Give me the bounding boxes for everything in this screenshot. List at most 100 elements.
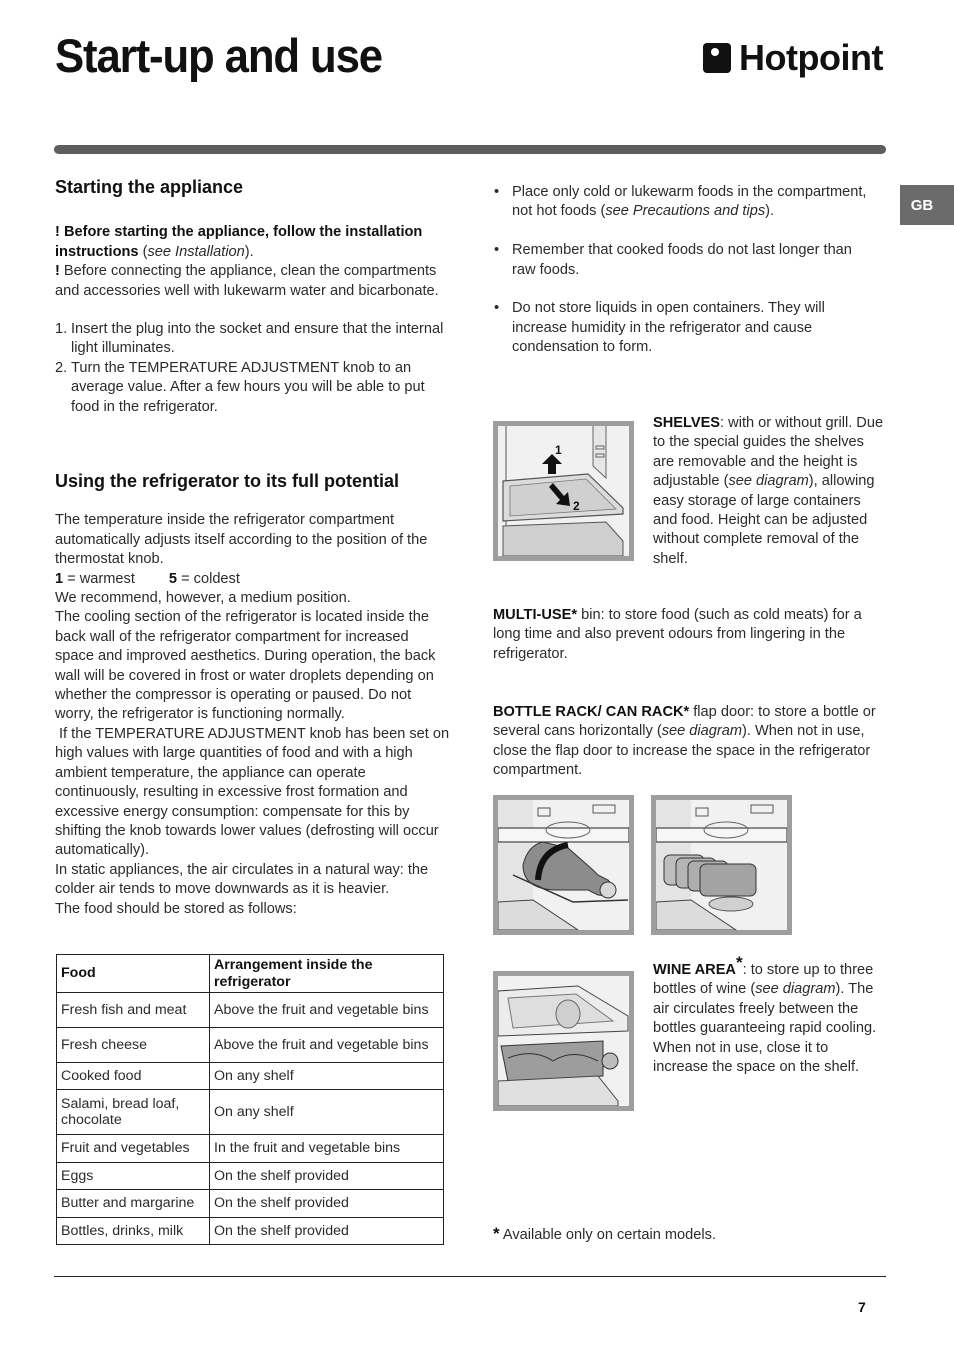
wine-area-description: WINE AREA*: to store up to three bottles… (653, 954, 885, 1077)
using-section: Using the refrigerator to its full poten… (55, 471, 450, 919)
scale-warm-number: 1 (55, 570, 64, 587)
arrangement-cell: Above the fruit and vegetable bins (209, 1027, 444, 1063)
step-item: 1. Insert the plug into the socket and en… (55, 320, 450, 359)
stored-as-paragraph: The food should be stored as follows: (55, 900, 297, 917)
food-cell: Fresh fish and meat (56, 992, 210, 1028)
list-item: • Do not store liquids in open container… (492, 299, 877, 357)
table-row: Bottles, drinks, milk On the shelf provid… (56, 1217, 444, 1245)
tip-text: Do not store liquids in open containers.… (512, 300, 825, 356)
food-cell: Bottles, drinks, milk (56, 1217, 210, 1245)
food-cell: Salami, bread loaf, chocolate (56, 1089, 210, 1135)
brand-name: Hotpoint (739, 37, 883, 78)
cooling-paragraph: The cooling section of the refrigerator … (55, 609, 436, 723)
brand-logo: Hotpoint (703, 37, 883, 78)
start-steps: 1. Insert the plug into the socket and en… (55, 320, 450, 417)
wine-area-label: WINE AREA (653, 962, 736, 978)
table-row: Fruit and vegetables In the fruit and veg… (56, 1134, 444, 1163)
column-header-arrangement: Arrangement inside the refrigerator (209, 954, 444, 993)
installation-reference: see Installation (147, 243, 245, 260)
arrangement-cell: In the fruit and vegetable bins (209, 1134, 444, 1163)
arrow-up-icon (542, 454, 562, 474)
paren: ). (765, 203, 775, 220)
high-values-paragraph: If the TEMPERATURE ADJUSTMENT knob has b… (55, 725, 450, 859)
scale-warm-label: = warmest (63, 570, 135, 587)
asterisk: * (735, 953, 743, 973)
arrangement-cell: On any shelf (209, 1062, 444, 1090)
food-cell: Butter and margarine (56, 1189, 210, 1218)
list-item: • Place only cold or lukewarm foods in t… (492, 183, 877, 222)
table-row: Fresh cheese Above the fruit and vegetabl… (56, 1027, 444, 1063)
hotpoint-logo-icon (703, 43, 731, 73)
diagram-reference: see diagram (755, 981, 836, 998)
bullet-icon: • (494, 300, 500, 317)
bullet-icon: • (494, 184, 500, 200)
list-item: • Remember that cooked foods do not last… (492, 241, 877, 280)
intro-paragraph: The temperature inside the refrigerator … (55, 512, 428, 568)
warning-text: Before connecting the appliance, clean t… (55, 263, 439, 299)
cleaning-warning: ! Before connecting the appliance, clean… (55, 262, 450, 301)
precautions-reference: see Precautions and tips (605, 203, 766, 220)
shelf-illustration: 1 2 (502, 426, 624, 556)
tips-list: • Place only cold or lukewarm foods in t… (492, 183, 877, 377)
header-divider (54, 145, 886, 154)
food-cell: Fresh cheese (56, 1027, 210, 1063)
step-number: 1. (55, 321, 68, 338)
arrangement-cell: On any shelf (209, 1089, 444, 1135)
recommend-paragraph: We recommend, however, a medium position… (55, 590, 351, 607)
step-number: 2. (55, 359, 68, 376)
footnote-text: Available only on certain models. (499, 1227, 716, 1243)
step-item: 2. Turn the TEMPERATURE ADJUSTMENT knob t… (55, 359, 450, 417)
footer-divider (54, 1276, 886, 1277)
paren: ). (244, 243, 254, 260)
table-row: Eggs On the shelf provided (56, 1162, 444, 1190)
language-tab[interactable]: GB (900, 185, 954, 225)
page-title: Start-up and use (55, 29, 383, 82)
wine-area-diagram (493, 971, 634, 1111)
installation-warning: ! Before starting the appliance, follow … (55, 223, 450, 262)
table-row: Fresh fish and meat Above the fruit and v… (56, 992, 444, 1028)
arrangement-cell: On the shelf provided (209, 1162, 444, 1190)
food-cell: Eggs (56, 1162, 210, 1190)
shelves-diagram: 1 2 (493, 421, 634, 561)
tip-text: Place only cold or lukewarm foods in the… (512, 183, 877, 222)
thermostat-scale: 1 = warmest 5 = coldest (55, 570, 450, 589)
shelves-description: SHELVES: with or without grill. Due to t… (653, 414, 885, 569)
table-header-row: Food Arrangement inside the refrigerator (56, 954, 444, 993)
food-cell: Fruit and vegetables (56, 1134, 210, 1163)
table-row: Butter and margarine On the shelf provide… (56, 1189, 444, 1218)
wine-rack-illustration (498, 985, 629, 1106)
table-row: Salami, bread loaf, chocolate On any shel… (56, 1089, 444, 1135)
asterisk: * (493, 1224, 500, 1243)
section-heading: Starting the appliance (55, 177, 244, 197)
step-text: Turn the TEMPERATURE ADJUSTMENT knob to … (71, 359, 425, 415)
multi-use-label: MULTI-USE* (493, 607, 578, 623)
warning-mark: ! (55, 224, 60, 241)
tip-text: Remember that cooked foods do not last l… (512, 242, 852, 278)
starting-section: Starting the appliance ! Before starting… (55, 177, 450, 417)
page-number: 7 (858, 1299, 866, 1315)
footnote: * Available only on certain models. (493, 1224, 885, 1245)
step-2-label: 2 (573, 499, 580, 513)
table-row: Cooked food On any shelf (56, 1062, 444, 1090)
diagram-reference: see diagram (728, 473, 809, 490)
static-paragraph: In static appliances, the air circulates… (55, 861, 429, 898)
bottle-rack-label: BOTTLE RACK/ CAN RACK* (493, 704, 690, 720)
arrangement-cell: On the shelf provided (209, 1217, 444, 1245)
food-cell: Cooked food (56, 1062, 210, 1090)
step-1-label: 1 (555, 443, 562, 457)
food-storage-table: Food Arrangement inside the refrigerator… (56, 954, 444, 1245)
scale-cold-label: = coldest (177, 570, 240, 587)
multi-use-description: MULTI-USE* bin: to store food (such as c… (493, 606, 885, 664)
cans-illustration (656, 800, 787, 930)
scale-cold-number: 5 (168, 570, 178, 587)
diagram-reference: see diagram (661, 723, 743, 740)
section-heading: Using the refrigerator to its full poten… (55, 471, 400, 491)
bottle-illustration (498, 800, 629, 930)
bottle-rack-description: BOTTLE RACK/ CAN RACK* flap door: to sto… (493, 703, 885, 781)
bottle-rack-diagram (493, 795, 634, 935)
arrangement-cell: On the shelf provided (209, 1189, 444, 1218)
bullet-icon: • (494, 242, 500, 259)
can-rack-diagram (651, 795, 792, 935)
shelves-label: SHELVES (653, 415, 721, 431)
arrangement-cell: Above the fruit and vegetable bins (209, 992, 444, 1028)
